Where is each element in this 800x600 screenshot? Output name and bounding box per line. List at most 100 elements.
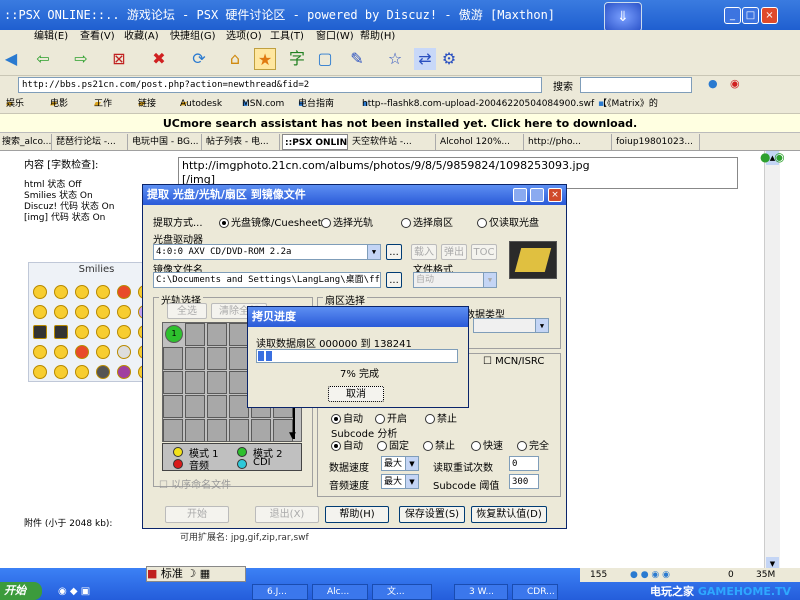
method-disc-image[interactable]: 光盘镜像/Cuesheet — [219, 214, 322, 229]
tab-posts[interactable]: 帖子列表 - 电... — [204, 134, 280, 150]
sync-icon[interactable]: ⇄ — [414, 48, 436, 70]
favorite-star-icon[interactable]: ★ — [254, 48, 276, 70]
smiley-icon[interactable] — [54, 285, 68, 299]
task-item-document[interactable]: 文... — [372, 584, 432, 600]
track-cell[interactable] — [185, 395, 205, 418]
menu-window[interactable]: 窗口(W) — [316, 30, 354, 44]
menu-favorites[interactable]: 收藏(A) — [124, 30, 159, 44]
smiley-icon[interactable] — [117, 285, 131, 299]
task-item-cdr[interactable]: CDR... — [512, 584, 558, 600]
back-icon[interactable]: ◀ — [0, 48, 22, 70]
dropdown-arrow-icon[interactable]: ▼ — [483, 273, 496, 287]
dialog-close-icon[interactable]: × — [548, 188, 562, 202]
fullscreen-icon[interactable]: ▢ — [314, 48, 336, 70]
maxthon-logo-icon[interactable]: ⇓ — [604, 2, 642, 32]
tab-alcohol[interactable]: Alcohol 120%... — [438, 134, 524, 150]
ime-keyboard-icon[interactable]: ▦ — [200, 567, 210, 580]
status-icons[interactable]: ● ● ◉ ◉ — [630, 568, 670, 582]
smiley-icon[interactable] — [96, 305, 110, 319]
track-cell[interactable] — [163, 347, 183, 370]
image-file-input[interactable]: C:\Documents and Settings\LangLang\桌面\ff… — [153, 272, 381, 288]
data-speed-select[interactable]: 最大 ▼ — [381, 456, 419, 471]
track-cell[interactable] — [207, 395, 227, 418]
track-cell[interactable] — [185, 323, 205, 346]
menu-view[interactable]: 查看(V) — [80, 30, 115, 44]
track-cell[interactable] — [229, 323, 249, 346]
task-item-1[interactable]: 6.J... — [252, 584, 308, 600]
subcode-auto[interactable]: 自动 — [331, 437, 363, 452]
smiley-icon[interactable] — [75, 305, 89, 319]
select-all-button[interactable]: 全选 — [167, 303, 207, 319]
history-icon[interactable]: ☆ — [384, 48, 406, 70]
task-item-alcohol[interactable]: Alc... — [312, 584, 368, 600]
close-icon[interactable]: × — [761, 7, 778, 24]
grid-scroll-down-icon[interactable]: ▼ — [289, 431, 296, 441]
dialog-minimize-icon[interactable] — [513, 188, 527, 202]
subcode-fixed[interactable]: 固定 — [377, 437, 409, 452]
settings-icon[interactable]: ⚙ — [438, 48, 460, 70]
subcode-fast[interactable]: 快速 — [471, 437, 503, 452]
track-cell[interactable] — [207, 323, 227, 346]
smiley-icon[interactable] — [33, 305, 47, 319]
smiley-icon[interactable] — [33, 325, 47, 339]
smiley-icon[interactable] — [54, 325, 68, 339]
smiley-icon[interactable] — [117, 305, 131, 319]
home-icon[interactable]: ⌂ — [224, 48, 246, 70]
smiley-icon[interactable] — [54, 305, 68, 319]
task-item-window[interactable]: 3 W... — [454, 584, 508, 600]
menu-help[interactable]: 帮助(H) — [360, 30, 395, 44]
cancel-button[interactable]: 取消 — [328, 386, 384, 402]
dialog-maximize-icon[interactable] — [530, 188, 544, 202]
eject-button[interactable]: 弹出 — [441, 244, 467, 260]
drive-browse-button[interactable]: ... — [386, 244, 402, 260]
go-icon[interactable]: ● — [708, 77, 718, 90]
start-button[interactable]: 开始 — [0, 582, 42, 600]
smiley-icon[interactable] — [96, 285, 110, 299]
smiley-icon[interactable] — [54, 345, 68, 359]
track-cell[interactable] — [163, 371, 183, 394]
restore-defaults-button[interactable]: 恢复默认值(D) — [471, 506, 547, 523]
font-icon[interactable]: 字 — [286, 48, 308, 70]
smiley-icon[interactable] — [33, 365, 47, 379]
smiley-icon[interactable] — [75, 325, 89, 339]
stop-all-icon[interactable]: ⊠ — [108, 48, 130, 70]
smiley-icon[interactable] — [75, 365, 89, 379]
read-mode-auto[interactable]: 自动 — [331, 410, 363, 425]
tab-foiup[interactable]: foiup19801023... — [614, 134, 700, 150]
audio-speed-select[interactable]: 最大 ▼ — [381, 474, 419, 489]
smiley-icon[interactable] — [96, 365, 110, 379]
track-cell[interactable] — [163, 419, 183, 442]
ime-moon-icon[interactable]: ☽ — [186, 567, 196, 580]
track-cell[interactable] — [185, 371, 205, 394]
dropdown-arrow-icon[interactable]: ▼ — [535, 319, 548, 332]
quick-launch-icons[interactable]: ◉ ◆ ▣ — [58, 586, 90, 597]
help-button[interactable]: 帮助(H) — [325, 506, 389, 523]
smiley-icon[interactable] — [75, 285, 89, 299]
smiley-icon[interactable] — [33, 345, 47, 359]
smiley-icon[interactable] — [117, 325, 131, 339]
tab-dianwan[interactable]: 电玩中国 - BG... — [130, 134, 202, 150]
track-cell[interactable] — [185, 347, 205, 370]
back-arrow-icon[interactable]: ⇦ — [32, 48, 54, 70]
ime-bar[interactable]: ■ 标准 ☽ ▦ — [146, 566, 246, 582]
dropdown-arrow-icon[interactable]: ▼ — [405, 457, 418, 470]
menu-options[interactable]: 选项(O) — [226, 30, 262, 44]
track-cell[interactable] — [207, 419, 227, 442]
track-cell[interactable] — [207, 347, 227, 370]
subcode-threshold-input[interactable]: 300 — [509, 474, 539, 489]
url-input[interactable]: http://bbs.ps21cn.com/post.php?action=ne… — [18, 77, 542, 93]
tab-psx-online[interactable]: ::PSX ONLIN... — [282, 134, 348, 150]
menu-edit[interactable]: 编辑(E) — [34, 30, 68, 44]
smiley-icon[interactable] — [96, 325, 110, 339]
search-tool-icon[interactable]: ◉ — [730, 77, 740, 90]
load-button[interactable]: 载入 — [411, 244, 437, 260]
menu-quickgroup[interactable]: 快捷组(G) — [170, 30, 216, 44]
mcn-isrc-checkbox[interactable]: ☐ MCN/ISRC — [483, 356, 544, 367]
seq-name-checkbox[interactable]: ☐ 以序命名文件 — [159, 476, 231, 491]
tab-skysoft[interactable]: 天空软件站 -... — [350, 134, 436, 150]
smiley-icon[interactable] — [96, 345, 110, 359]
track-cell[interactable] — [229, 419, 249, 442]
tab-search[interactable]: 搜索_alco... — [0, 134, 52, 150]
retry-input[interactable]: 0 — [509, 456, 539, 471]
method-read-only[interactable]: 仅读取光盘 — [477, 214, 539, 229]
